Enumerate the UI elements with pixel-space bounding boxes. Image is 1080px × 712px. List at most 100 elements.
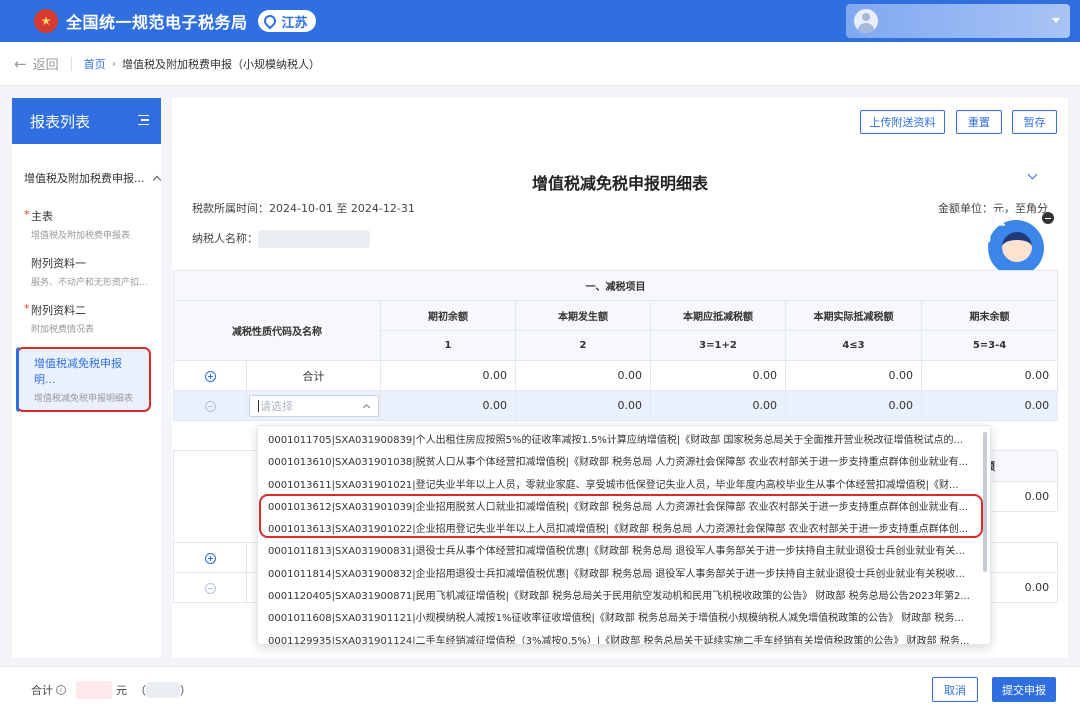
region-selector[interactable]: 江苏 — [257, 10, 316, 32]
add-row-icon[interactable] — [204, 370, 216, 382]
reduction-code-select[interactable]: 请选择 — [249, 394, 379, 417]
table-row: 请选择 0.00 0.00 0.00 0.00 0.00 — [173, 390, 1059, 421]
breadcrumb-bar: ← 返回 首页 › 增值税及附加税费申报（小规模纳税人） — [0, 42, 1080, 86]
table-row-total: 合计 0.00 0.00 0.00 0.00 0.00 — [173, 360, 1059, 391]
cancel-button[interactable]: 取消 — [932, 677, 978, 702]
dropdown-scrollbar[interactable] — [983, 432, 987, 572]
upload-attachments-button[interactable]: 上传附送资料 — [860, 110, 945, 134]
col-header: 期初余额 — [380, 300, 516, 331]
cell-value[interactable]: 0.00 — [380, 390, 516, 421]
col-header: 期末余额 — [920, 300, 1059, 331]
back-label: 返回 — [32, 58, 59, 73]
reset-button[interactable]: 重置 — [956, 110, 1002, 134]
cell-value[interactable]: 0.00 — [785, 390, 922, 421]
info-icon[interactable]: i — [56, 684, 66, 695]
col-header-code-name: 减税性质代码及名称 — [173, 300, 381, 361]
sidebar-group-vat[interactable]: 增值税及附加税费申报... — [12, 170, 161, 186]
remove-row-icon[interactable] — [204, 400, 216, 412]
assistant-avatar-icon — [1002, 232, 1032, 262]
cell-value[interactable]: 0.00 — [650, 390, 786, 421]
location-pin-icon — [261, 12, 279, 30]
top-bar: ★ 全国统一规范电子税务局 江苏 — [0, 0, 1080, 42]
col-header: 本期应抵减税额 — [650, 300, 786, 331]
tax-period-label: 税款所属时间： — [192, 202, 269, 215]
col-formula: 5=3-4 — [920, 330, 1059, 361]
dropdown-option[interactable]: 0001011705|SXA031900839|个人出租住房应按照5%的征收率减… — [258, 430, 990, 452]
dropdown-option[interactable]: 0001120405|SXA031900871|民用飞机减征增值税|《财政部 税… — [258, 586, 990, 608]
submit-declaration-button[interactable]: 提交申报 — [992, 677, 1056, 702]
chevron-right-icon: › — [111, 57, 116, 70]
cell-value: 0.00 — [515, 360, 651, 391]
col-formula: 2 — [515, 330, 651, 361]
cell-value: 0.00 — [920, 360, 1059, 391]
dropdown-option[interactable]: 0001013612|SXA031901039|企业招用脱贫人口就业扣减增值税|… — [258, 497, 990, 519]
user-menu[interactable] — [846, 4, 1070, 38]
footer-paren-open: （ — [135, 683, 146, 697]
chevron-down-icon — [1052, 18, 1060, 23]
remove-row-icon[interactable] — [204, 582, 216, 594]
tax-emblem-icon: ★ — [34, 9, 58, 33]
footer-total-redacted — [76, 680, 112, 699]
avatar — [854, 9, 878, 33]
add-row-cell — [173, 360, 247, 391]
dropdown-option[interactable]: 0001013611|SXA031901021|登记失业半年以上人员，零就业家庭… — [258, 475, 990, 497]
sidebar-item-sublabel: 附加税费情况表 — [31, 325, 95, 335]
required-mark: * — [24, 302, 30, 315]
taxpayer-name-label: 纳税人名称： — [192, 232, 258, 245]
back-button[interactable]: ← 返回 — [14, 54, 59, 74]
sidebar-item-main-table[interactable]: * 主表 增值税及附加税费申报表 — [12, 200, 161, 247]
sidebar-item-label: 主表 — [31, 210, 53, 223]
section-title: 一、减税项目 — [172, 270, 1059, 301]
dropdown-option[interactable]: 0001011608|SXA031901121|小规模纳税人减按1%征收率征收增… — [258, 608, 990, 630]
remove-row-cell — [173, 390, 247, 421]
dropdown-option[interactable]: 0001011813|SXA031900831|退役士兵从事个体经营扣减增值税优… — [258, 541, 990, 563]
dropdown-option[interactable]: 0001013613|SXA031901022|企业招用登记失业半年以上人员扣减… — [258, 519, 990, 541]
arrow-left-icon: ← — [14, 54, 27, 73]
tax-period-value: 2024-10-01 至 2024-12-31 — [269, 202, 415, 215]
dropdown-option[interactable]: 0001129935|SXA031901124|二手车经销减征增值税（3%减按0… — [258, 631, 990, 644]
divider — [70, 56, 72, 71]
close-icon[interactable] — [1042, 212, 1054, 224]
breadcrumb-home-link[interactable]: 首页 — [84, 56, 106, 72]
dropdown-option[interactable]: 0001011814|SXA031900832|企业招用退役士兵扣减增值税优惠|… — [258, 564, 990, 586]
add-row-cell — [173, 542, 247, 573]
assistant-char: 征 — [990, 210, 1006, 229]
col-formula: 4≤3 — [785, 330, 922, 361]
sidebar-item-attachment-1[interactable]: 附列资料一 服务、不动产和无形资产扣... — [12, 247, 161, 294]
region-label: 江苏 — [281, 15, 308, 31]
taxpayer-name-redacted — [258, 230, 370, 248]
sidebar-item-attachment-2[interactable]: * 附列资料二 附加税费情况表 — [12, 294, 161, 341]
sidebar: 报表列表 增值税及附加税费申报... * 主表 增值税及附加税费申报表 附列资料… — [12, 98, 161, 658]
footer-total-label: 合计 — [31, 683, 53, 697]
sidebar-item-sublabel: 服务、不动产和无形资产扣... — [31, 278, 148, 288]
footer-currency: 元 — [116, 683, 127, 697]
col-header: 本期发生额 — [515, 300, 651, 331]
chevron-up-icon — [152, 175, 161, 184]
sidebar-item-sublabel: 增值税减免税申报明细表 — [34, 394, 134, 404]
footer-bar: 合计 i 元 （ ） — [0, 666, 1080, 712]
required-mark: * — [24, 208, 30, 221]
sidebar-title: 报表列表 — [30, 112, 91, 131]
cell-value[interactable]: 0.00 — [920, 390, 1059, 421]
cell-value: 0.00 — [650, 360, 786, 391]
sidebar-item-label: 增值税减免税申报明... — [34, 357, 122, 386]
tax-period: 税款所属时间：2024-10-01 至 2024-12-31 — [192, 200, 415, 216]
col-formula: 3=1+2 — [650, 330, 786, 361]
save-draft-button[interactable]: 暂存 — [1012, 110, 1057, 134]
text-cursor — [258, 399, 259, 412]
menu-icon[interactable] — [138, 115, 149, 125]
dropdown-option[interactable]: 0001013610|SXA031901038|脱贫人口从事个体经营扣减增值税|… — [258, 452, 990, 474]
col-formula: 1 — [380, 330, 516, 361]
chevron-up-icon — [362, 403, 371, 411]
cell-value[interactable]: 0.00 — [515, 390, 651, 421]
remove-row-cell — [173, 572, 247, 603]
cell-value: 0.00 — [380, 360, 516, 391]
col-header: 本期实际抵减税额 — [785, 300, 922, 331]
code-select-cell: 请选择 — [246, 390, 381, 421]
breadcrumb-current: 增值税及附加税费申报（小规模纳税人） — [122, 57, 320, 71]
sidebar-item-vat-reduction[interactable]: 增值税减免税申报明... 增值税减免税申报明细表 — [16, 347, 151, 412]
cell-value: 0.00 — [785, 360, 922, 391]
app-title: 全国统一规范电子税务局 — [66, 13, 248, 32]
add-row-icon[interactable] — [204, 552, 216, 564]
sidebar-item-label: 附列资料一 — [31, 257, 86, 270]
